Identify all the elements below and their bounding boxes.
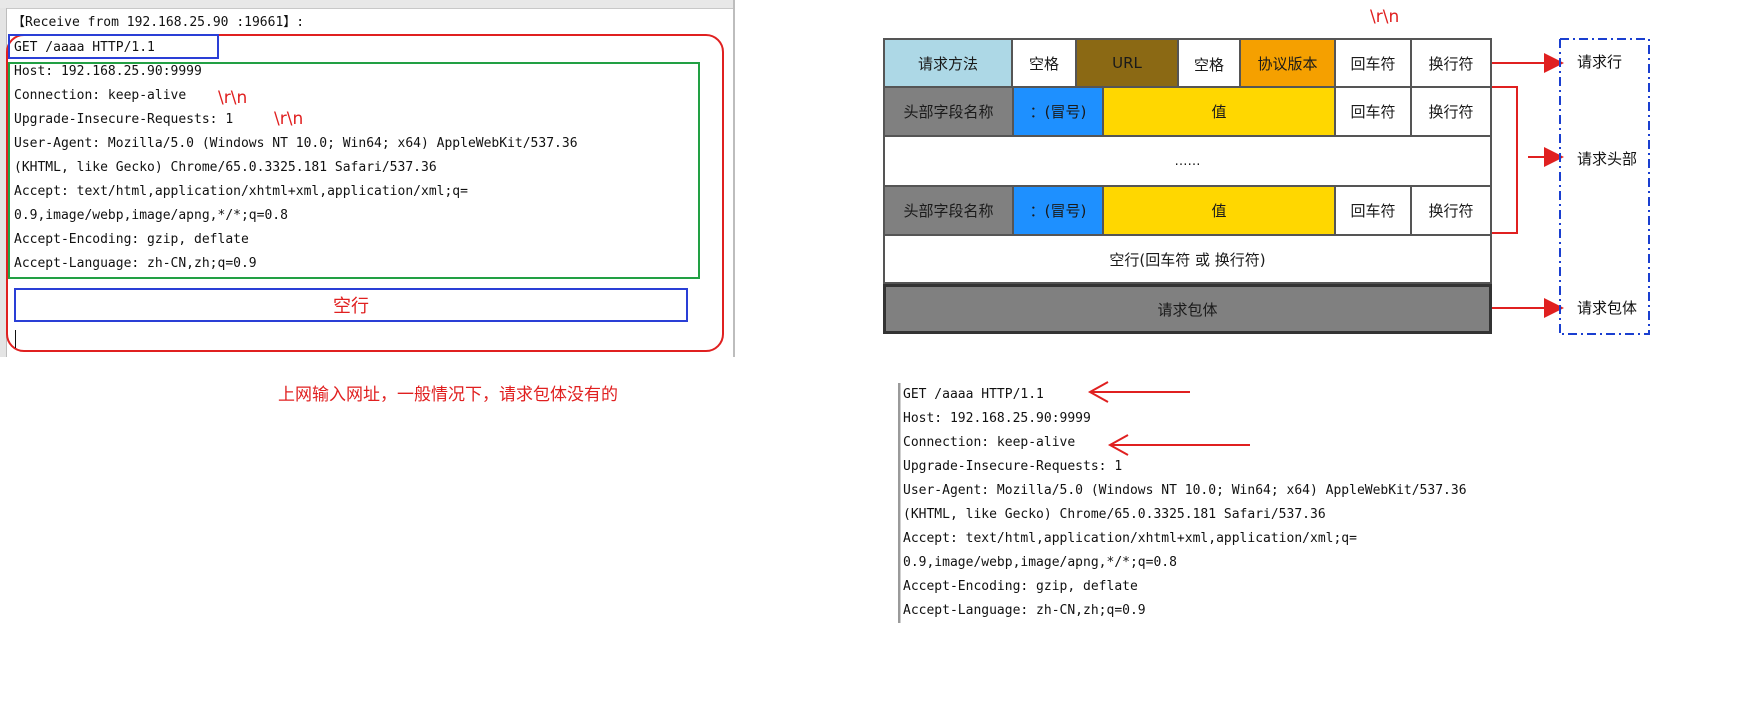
rt-line-10: Accept-Language: zh-CN,zh;q=0.9: [903, 603, 1146, 618]
top-crlf-annotation: \r\n: [1370, 7, 1400, 27]
cell-version: 协议版本: [1239, 38, 1336, 88]
cell-cr-1: 回车符: [1334, 38, 1412, 88]
headers-box: [8, 62, 700, 279]
label-request-body: 请求包体: [1577, 299, 1638, 317]
empty-line-box: 空行: [14, 288, 688, 322]
cell-header-name-1: 头部字段名称: [883, 86, 1014, 137]
request-line-box: [8, 34, 219, 59]
cell-cr-3: 回车符: [1334, 185, 1412, 236]
rt-line-1: GET /aaaa HTTP/1.1: [903, 387, 1044, 402]
cell-value-2: 值: [1102, 185, 1336, 236]
panel-title-strip: [0, 0, 733, 9]
cell-header-name-2: 头部字段名称: [883, 185, 1014, 236]
caption: 上网输入网址，一般情况下，请求包体没有的: [278, 385, 618, 405]
rt-line-5: User-Agent: Mozilla/5.0 (Windows NT 10.0…: [903, 483, 1467, 498]
cell-space-2: 空格: [1177, 38, 1241, 88]
empty-line-label: 空行: [333, 296, 369, 317]
cell-url: URL: [1075, 38, 1179, 88]
cell-ellipsis: ……: [883, 135, 1492, 187]
text-cursor: [15, 330, 16, 348]
cell-colon-2: ：(冒号): [1012, 185, 1104, 236]
cell-space-1: 空格: [1011, 38, 1077, 88]
rt-line-8: 0.9,image/webp,image/apng,*/*;q=0.8: [903, 555, 1177, 570]
rt-line-9: Accept-Encoding: gzip, deflate: [903, 579, 1138, 594]
receive-line: 【Receive from 192.168.25.90 :19661】:: [12, 15, 305, 30]
label-request-line: 请求行: [1577, 53, 1623, 71]
rt-line-2: Host: 192.168.25.90:9999: [903, 411, 1091, 426]
cell-colon-1: ：(冒号): [1012, 86, 1104, 137]
text-arrows: [1087, 381, 1250, 456]
label-bracket: [1560, 38, 1650, 335]
cell-method: 请求方法: [883, 38, 1013, 88]
rt-line-7: Accept: text/html,application/xhtml+xml,…: [903, 531, 1357, 546]
cell-value-1: 值: [1102, 86, 1336, 137]
cell-cr-2: 回车符: [1334, 86, 1412, 137]
cell-request-body: 请求包体: [883, 284, 1492, 334]
diagram-arrows: [1492, 38, 1650, 335]
rt-line-3: Connection: keep-alive: [903, 435, 1076, 450]
headers-bracket: [1492, 86, 1518, 234]
label-request-headers: 请求头部: [1577, 150, 1638, 168]
rt-line-4: Upgrade-Insecure-Requests: 1: [903, 459, 1123, 474]
cell-empty-line: 空行(回车符 或 换行符): [883, 234, 1492, 284]
rt-line-6: (KHTML, like Gecko) Chrome/65.0.3325.181…: [903, 507, 1326, 522]
text-gutter: [898, 383, 901, 623]
